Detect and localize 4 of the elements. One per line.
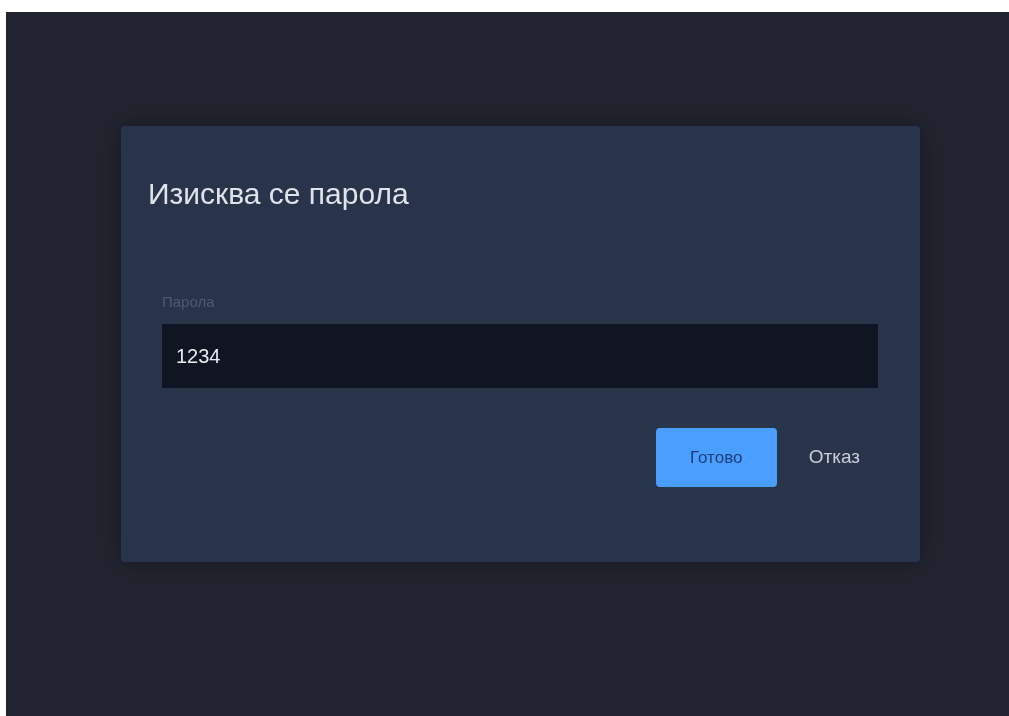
- cancel-button[interactable]: Отказ: [790, 443, 878, 472]
- done-button[interactable]: Готово: [655, 428, 777, 487]
- password-field[interactable]: 1234: [162, 324, 878, 388]
- dialog-title: Изисква се парола: [148, 176, 410, 212]
